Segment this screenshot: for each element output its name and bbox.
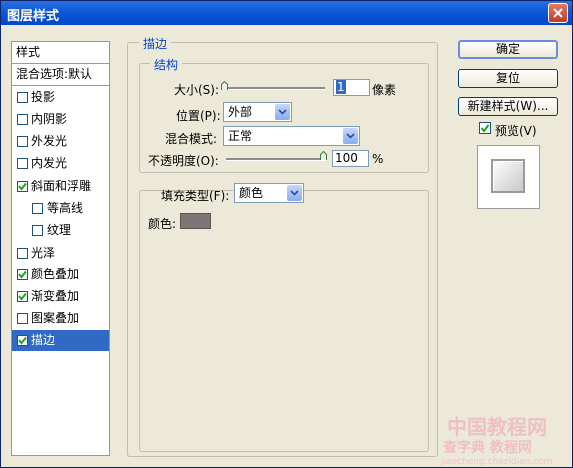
stroke-section-title: 描边 <box>139 35 172 52</box>
chevron-down-icon[interactable] <box>343 128 358 144</box>
opacity-value: 100 <box>335 151 358 165</box>
list-item-blending-options[interactable]: 混合选项:默认 <box>12 64 109 86</box>
chevron-down-icon[interactable] <box>287 185 302 201</box>
list-item-label: 光泽 <box>31 246 56 260</box>
pattern-overlay-checkbox[interactable] <box>17 313 28 324</box>
color-overlay-checkbox[interactable] <box>17 269 28 280</box>
close-button[interactable] <box>548 3 568 23</box>
list-item-stroke[interactable]: 描边 <box>12 330 109 351</box>
list-item-contour[interactable]: 等高线 <box>12 198 109 219</box>
gradient-overlay-checkbox[interactable] <box>17 291 28 302</box>
checkmark-icon <box>18 292 27 301</box>
opacity-input[interactable]: 100 <box>332 150 369 167</box>
bevel-emboss-checkbox[interactable] <box>17 181 28 192</box>
list-item-label: 样式 <box>16 45 41 59</box>
list-item-styles[interactable]: 样式 <box>12 42 109 64</box>
size-slider-thumb[interactable] <box>221 81 228 90</box>
position-label: 位置(P): <box>176 109 221 123</box>
list-item-inner-glow[interactable]: 内发光 <box>12 153 109 174</box>
list-item-label: 颜色叠加 <box>31 267 80 281</box>
opacity-slider[interactable] <box>226 158 326 161</box>
list-item-label: 混合选项:默认 <box>16 67 93 81</box>
position-value: 外部 <box>228 105 253 119</box>
list-item-outer-glow[interactable]: 外发光 <box>12 131 109 152</box>
list-item-gradient-overlay[interactable]: 渐变叠加 <box>12 286 109 307</box>
window-title: 图层样式 <box>7 9 60 24</box>
outer-glow-checkbox[interactable] <box>17 136 28 147</box>
reset-button[interactable]: 复位 <box>458 69 558 88</box>
contour-checkbox[interactable] <box>32 203 43 214</box>
ok-button[interactable]: 确定 <box>458 40 558 59</box>
texture-checkbox[interactable] <box>32 225 43 236</box>
list-item-label: 描边 <box>31 333 56 347</box>
list-item-label: 等高线 <box>47 201 84 215</box>
close-icon <box>553 8 563 18</box>
list-item-inner-shadow[interactable]: 内阴影 <box>12 109 109 130</box>
chevron-down-icon[interactable] <box>275 104 290 120</box>
fill-type-select[interactable]: 颜色 <box>234 183 304 203</box>
opacity-unit: % <box>372 152 384 166</box>
size-unit: 像素 <box>372 83 397 97</box>
color-swatch[interactable] <box>180 213 211 229</box>
structure-title: 结构 <box>150 56 183 73</box>
style-preview <box>477 145 540 209</box>
watermark-main: 中国教程网 <box>447 415 547 439</box>
watermark-url: jiaocheng.chazidian.com <box>441 457 553 467</box>
list-item-satin[interactable]: 光泽 <box>12 243 109 264</box>
blend-mode-select[interactable]: 正常 <box>223 126 360 146</box>
preview-checkbox[interactable] <box>479 122 491 134</box>
title-bar[interactable]: 图层样式 <box>1 1 572 25</box>
new-style-button[interactable]: 新建样式(W)... <box>458 97 558 116</box>
size-input[interactable]: 1 <box>333 79 370 96</box>
fill-group <box>139 190 429 452</box>
list-item-label: 纹理 <box>47 223 72 237</box>
styles-list: 样式 混合选项:默认 投影 内阴影 外发光 内发光 斜面和浮雕 等高线 纹理 光… <box>11 41 110 456</box>
list-item-label: 内阴影 <box>31 112 68 126</box>
list-item-label: 外发光 <box>31 134 68 148</box>
inner-shadow-checkbox[interactable] <box>17 114 28 125</box>
list-item-drop-shadow[interactable]: 投影 <box>12 87 109 108</box>
opacity-slider-thumb[interactable] <box>320 151 327 160</box>
stroke-checkbox[interactable] <box>17 335 28 346</box>
list-item-pattern-overlay[interactable]: 图案叠加 <box>12 308 109 329</box>
blend-mode-value: 正常 <box>228 129 253 143</box>
size-label: 大小(S): <box>174 83 220 97</box>
blend-mode-label: 混合模式: <box>165 132 218 146</box>
size-slider[interactable] <box>224 87 325 90</box>
fill-type-label: 填充类型(F): <box>161 189 230 203</box>
watermark-line2: 查字典 教程网 <box>443 440 532 456</box>
list-item-label: 内发光 <box>31 156 68 170</box>
preview-label[interactable]: 预览(V) <box>495 122 537 139</box>
list-item-label: 渐变叠加 <box>31 289 80 303</box>
checkmark-icon <box>480 124 490 133</box>
list-item-color-overlay[interactable]: 颜色叠加 <box>12 264 109 285</box>
list-item-label: 投影 <box>31 90 56 104</box>
preview-thumbnail <box>491 159 525 193</box>
drop-shadow-checkbox[interactable] <box>17 92 28 103</box>
opacity-label: 不透明度(O): <box>148 154 219 168</box>
position-select[interactable]: 外部 <box>223 102 292 122</box>
inner-glow-checkbox[interactable] <box>17 158 28 169</box>
color-label: 颜色: <box>148 217 177 231</box>
size-value: 1 <box>336 80 346 94</box>
list-item-texture[interactable]: 纹理 <box>12 220 109 241</box>
checkmark-icon <box>18 336 27 345</box>
layer-style-dialog: 图层样式 样式 混合选项:默认 投影 内阴影 外发光 内发光 斜面和浮雕 等高线… <box>0 0 573 468</box>
list-item-label: 斜面和浮雕 <box>31 179 92 193</box>
satin-checkbox[interactable] <box>17 248 28 259</box>
list-item-label: 图案叠加 <box>31 311 80 325</box>
checkmark-icon <box>18 270 27 279</box>
list-item-bevel-emboss[interactable]: 斜面和浮雕 <box>12 176 109 197</box>
checkmark-icon <box>18 182 27 191</box>
fill-type-value: 颜色 <box>239 186 264 200</box>
